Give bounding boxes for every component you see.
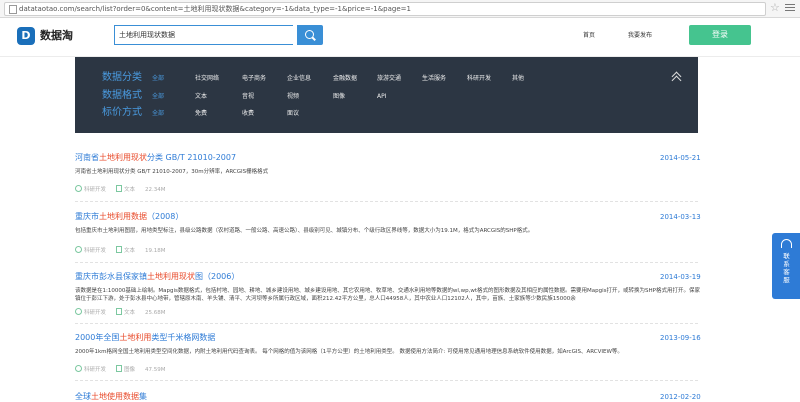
filter-title-format: 数据格式 — [102, 90, 142, 101]
contact-service-button[interactable]: 联系客服 — [772, 233, 800, 299]
logo-text[interactable]: 数据淘 — [40, 28, 73, 44]
result-description: 2000年1km格网全国土地利用类型空间化数据，内附土地利用代码查询表。 每个网… — [75, 349, 623, 355]
filter-category-all[interactable]: 全部 — [152, 75, 164, 83]
result-meta: 科研开发 文本 25.68M — [75, 308, 166, 317]
filter-category-research[interactable]: 科研开发 — [467, 75, 491, 83]
divider — [75, 380, 698, 381]
result-date: 2013-09-16 — [660, 334, 701, 342]
result-title-link[interactable]: 重庆市土地利用数据（2008） — [75, 212, 183, 222]
collapse-icon[interactable] — [671, 71, 682, 86]
search-button[interactable] — [297, 25, 323, 45]
filter-price-all[interactable]: 全部 — [152, 110, 164, 118]
filter-category-finance[interactable]: 金融数据 — [333, 75, 357, 83]
category-icon — [75, 365, 82, 372]
filter-price-negotiable[interactable]: 面议 — [287, 110, 299, 118]
page-icon — [9, 5, 17, 14]
result-meta: 科研开发 图像 47.59M — [75, 365, 166, 374]
login-button[interactable]: 登录 — [689, 25, 751, 45]
divider — [75, 262, 698, 263]
result-date: 2014-03-13 — [660, 213, 701, 221]
search-input[interactable] — [114, 25, 293, 45]
file-type-icon — [116, 185, 123, 192]
file-type-icon — [116, 246, 123, 253]
filter-category-life[interactable]: 生活服务 — [422, 75, 446, 83]
address-bar[interactable]: datataotao.com/search/list?order=0&conte… — [4, 2, 766, 16]
url-text[interactable]: datataotao.com/search/list?order=0&conte… — [19, 4, 411, 14]
filter-format-all[interactable]: 全部 — [152, 93, 164, 101]
filter-title-category: 数据分类 — [102, 72, 142, 83]
category-icon — [75, 185, 82, 192]
bookmark-star-icon[interactable]: ☆ — [770, 1, 780, 15]
headset-icon — [781, 239, 792, 248]
filter-format-video[interactable]: 视频 — [287, 93, 299, 101]
nav-home-link[interactable]: 首页 — [583, 31, 595, 40]
browser-toolbar: datataotao.com/search/list?order=0&conte… — [0, 0, 800, 18]
result-description: 该数据是在1:10000基础上绘制。Mapgis数据格式，包括村地、园地、耕地、… — [75, 288, 700, 302]
result-meta: 科研开发 文本 22.34M — [75, 185, 166, 194]
filter-price-free[interactable]: 免费 — [195, 110, 207, 118]
category-icon — [75, 246, 82, 253]
divider — [75, 323, 698, 324]
result-date: 2014-05-21 — [660, 154, 701, 162]
result-description: 包括重庆市土地利用图层，用地类型标注，县级公路数据（农村道路、一般公路、高速公路… — [75, 228, 534, 234]
filter-title-price: 标价方式 — [102, 107, 142, 118]
file-type-icon — [116, 365, 123, 372]
divider — [75, 201, 698, 202]
site-header: D 数据淘 首页 我要发布 登录 — [0, 18, 800, 57]
filter-price-paid[interactable]: 收费 — [242, 110, 254, 118]
nav-publish-link[interactable]: 我要发布 — [628, 31, 652, 40]
result-title-link[interactable]: 2000年全国土地利用类型千米格网数据 — [75, 333, 215, 343]
filter-format-api[interactable]: API — [377, 93, 387, 101]
file-type-icon — [116, 308, 123, 315]
contact-service-label: 联系客服 — [783, 252, 790, 284]
filter-category-enterprise[interactable]: 企业信息 — [287, 75, 311, 83]
filter-panel: 数据分类 全部 社交网络 电子商务 企业信息 金融数据 旅游交通 生活服务 科研… — [75, 57, 698, 133]
filter-format-audio[interactable]: 音视 — [242, 93, 254, 101]
category-icon — [75, 308, 82, 315]
result-meta: 科研开发 文本 19.18M — [75, 246, 166, 255]
filter-category-ecommerce[interactable]: 电子商务 — [242, 75, 266, 83]
result-description: 河南省土地利用现状分类 GB/T 21010-2007，30m分辨率，ARCGI… — [75, 169, 269, 175]
result-title-link[interactable]: 河南省土地利用现状分类 GB/T 21010-2007 — [75, 153, 236, 163]
filter-format-image[interactable]: 图像 — [333, 93, 345, 101]
filter-format-text[interactable]: 文本 — [195, 93, 207, 101]
result-date: 2014-03-19 — [660, 273, 701, 281]
filter-category-social[interactable]: 社交网络 — [195, 75, 219, 83]
filter-category-travel[interactable]: 旅游交通 — [377, 75, 401, 83]
filter-category-other[interactable]: 其他 — [512, 75, 524, 83]
logo-icon[interactable]: D — [17, 27, 35, 45]
browser-menu-icon[interactable] — [785, 2, 795, 14]
result-date: 2012-02-20 — [660, 393, 701, 401]
result-title-link[interactable]: 全球土地使用数据集 — [75, 392, 147, 402]
result-title-link[interactable]: 重庆市彭水县保家镇土地利用现状图（2006） — [75, 272, 239, 282]
